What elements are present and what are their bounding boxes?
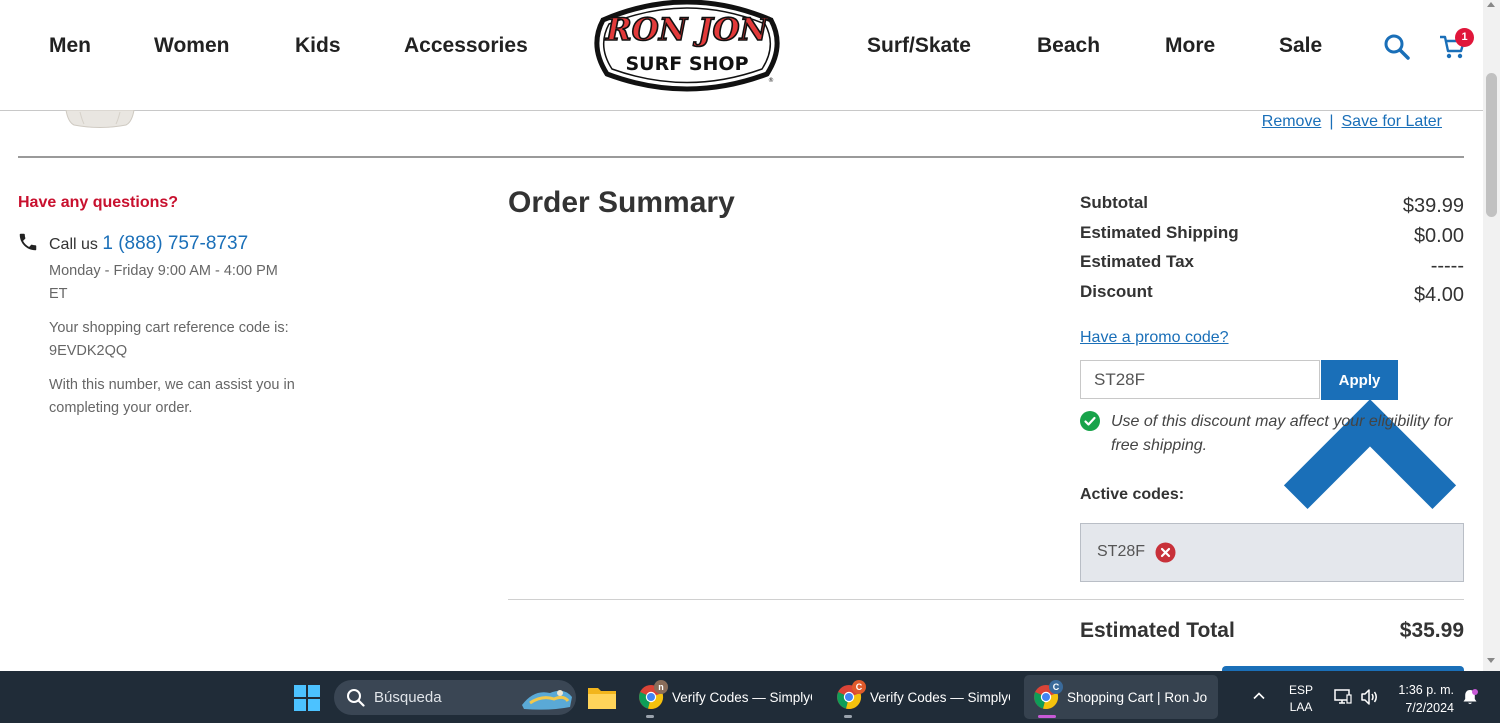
taskbar-app-label: Shopping Cart | Ron Jor bbox=[1067, 690, 1207, 705]
running-indicator bbox=[844, 715, 852, 718]
profile-badge: n bbox=[654, 680, 668, 694]
active-code-text: ST28F bbox=[1097, 543, 1146, 560]
promo-code-input[interactable] bbox=[1080, 360, 1320, 399]
running-indicator bbox=[646, 715, 654, 718]
nav-women[interactable]: Women bbox=[154, 34, 229, 58]
nav-beach[interactable]: Beach bbox=[1037, 34, 1100, 58]
check-circle-icon bbox=[1080, 411, 1100, 431]
remove-code-icon[interactable] bbox=[1155, 542, 1176, 563]
support-hours: Monday - Friday 9:00 AM - 4:00 PM ET bbox=[49, 263, 278, 302]
tax-value: ----- bbox=[1430, 255, 1464, 277]
search-icon[interactable] bbox=[1383, 33, 1411, 61]
order-summary-title: Order Summary bbox=[508, 186, 735, 219]
clock-time: 1:36 p. m. bbox=[1398, 683, 1454, 697]
cart-reference-code: Your shopping cart reference code is: 9E… bbox=[49, 320, 289, 359]
shipping-value: $0.00 bbox=[1413, 225, 1464, 247]
shipping-label: Estimated Shipping bbox=[1080, 223, 1239, 242]
scroll-down-arrow-icon[interactable] bbox=[1487, 658, 1495, 663]
notification-bell-icon[interactable] bbox=[1461, 688, 1479, 706]
language-code: ESP bbox=[1288, 683, 1313, 697]
subtotal-value: $39.99 bbox=[1402, 195, 1464, 217]
svg-text:SURF SHOP: SURF SHOP bbox=[626, 53, 749, 75]
discount-label: Discount bbox=[1080, 282, 1153, 301]
keyboard-layout: LAA bbox=[1289, 700, 1313, 714]
remove-item-link[interactable]: Remove bbox=[1262, 113, 1322, 130]
scrollbar-thumb[interactable] bbox=[1486, 73, 1497, 217]
phone-icon bbox=[19, 233, 37, 251]
svg-text:®: ® bbox=[768, 77, 774, 84]
product-thumbnail[interactable] bbox=[62, 110, 138, 128]
volume-icon[interactable] bbox=[1359, 687, 1379, 707]
discount-notice: Use of this discount may affect your eli… bbox=[1111, 413, 1453, 454]
nav-men[interactable]: Men bbox=[49, 34, 91, 58]
call-us-line: Call us 1 (888) 757-8737 bbox=[49, 233, 248, 255]
nav-sale[interactable]: Sale bbox=[1279, 34, 1322, 58]
site-header: Men Women Kids Accessories RON JON SURF … bbox=[0, 0, 1483, 111]
cart-item-actions: Remove | Save for Later bbox=[1262, 113, 1442, 131]
nav-more[interactable]: More bbox=[1165, 34, 1215, 58]
section-divider bbox=[18, 156, 1464, 158]
clock-date: 7/2/2024 bbox=[1405, 701, 1454, 715]
windows-start-icon[interactable] bbox=[293, 684, 321, 712]
tax-label: Estimated Tax bbox=[1080, 252, 1195, 271]
taskbar-search-placeholder: Búsqueda bbox=[374, 689, 442, 706]
call-us-label: Call us bbox=[49, 236, 98, 253]
summary-divider bbox=[508, 599, 1464, 600]
active-indicator bbox=[1038, 715, 1056, 718]
show-hidden-icons-icon[interactable] bbox=[1252, 689, 1266, 703]
assist-text: With this number, we can assist you in c… bbox=[49, 377, 295, 416]
promo-code-toggle[interactable]: Have a promo code? bbox=[1080, 329, 1229, 347]
scroll-up-arrow-icon[interactable] bbox=[1487, 2, 1495, 7]
phone-number-link[interactable]: 1 (888) 757-8737 bbox=[102, 233, 248, 254]
nav-kids[interactable]: Kids bbox=[295, 34, 341, 58]
network-icon[interactable] bbox=[1333, 687, 1353, 707]
help-title: Have any questions? bbox=[18, 194, 179, 211]
estimated-total-value: $35.99 bbox=[1399, 619, 1464, 642]
nav-surf-skate[interactable]: Surf/Skate bbox=[867, 34, 971, 58]
file-explorer-icon[interactable] bbox=[587, 684, 617, 711]
input-language-indicator[interactable]: ESP LAA bbox=[1288, 682, 1314, 716]
taskbar-search-icon bbox=[347, 689, 365, 707]
profile-badge: C bbox=[1049, 680, 1063, 694]
nav-accessories[interactable]: Accessories bbox=[404, 34, 528, 58]
taskbar-app-label: Verify Codes — SimplyC bbox=[870, 690, 1010, 705]
subtotal-label: Subtotal bbox=[1080, 193, 1148, 212]
apply-promo-button[interactable]: Apply bbox=[1321, 360, 1398, 400]
active-codes-label: Active codes: bbox=[1080, 486, 1185, 503]
discount-value: $4.00 bbox=[1413, 284, 1464, 306]
link-separator: | bbox=[1329, 113, 1334, 130]
save-for-later-link[interactable]: Save for Later bbox=[1342, 113, 1443, 130]
estimated-total-label: Estimated Total bbox=[1080, 619, 1235, 642]
search-highlight-icon bbox=[522, 690, 572, 710]
ron-jon-logo[interactable]: RON JON SURF SHOP ® bbox=[589, 0, 785, 94]
taskbar-app-label: Verify Codes — SimplyC bbox=[672, 690, 812, 705]
svg-text:RON JON: RON JON bbox=[605, 12, 770, 48]
profile-badge: C bbox=[852, 680, 866, 694]
system-clock[interactable]: 1:36 p. m. 7/2/2024 bbox=[1386, 681, 1454, 717]
cart-count-badge: 1 bbox=[1455, 28, 1474, 47]
